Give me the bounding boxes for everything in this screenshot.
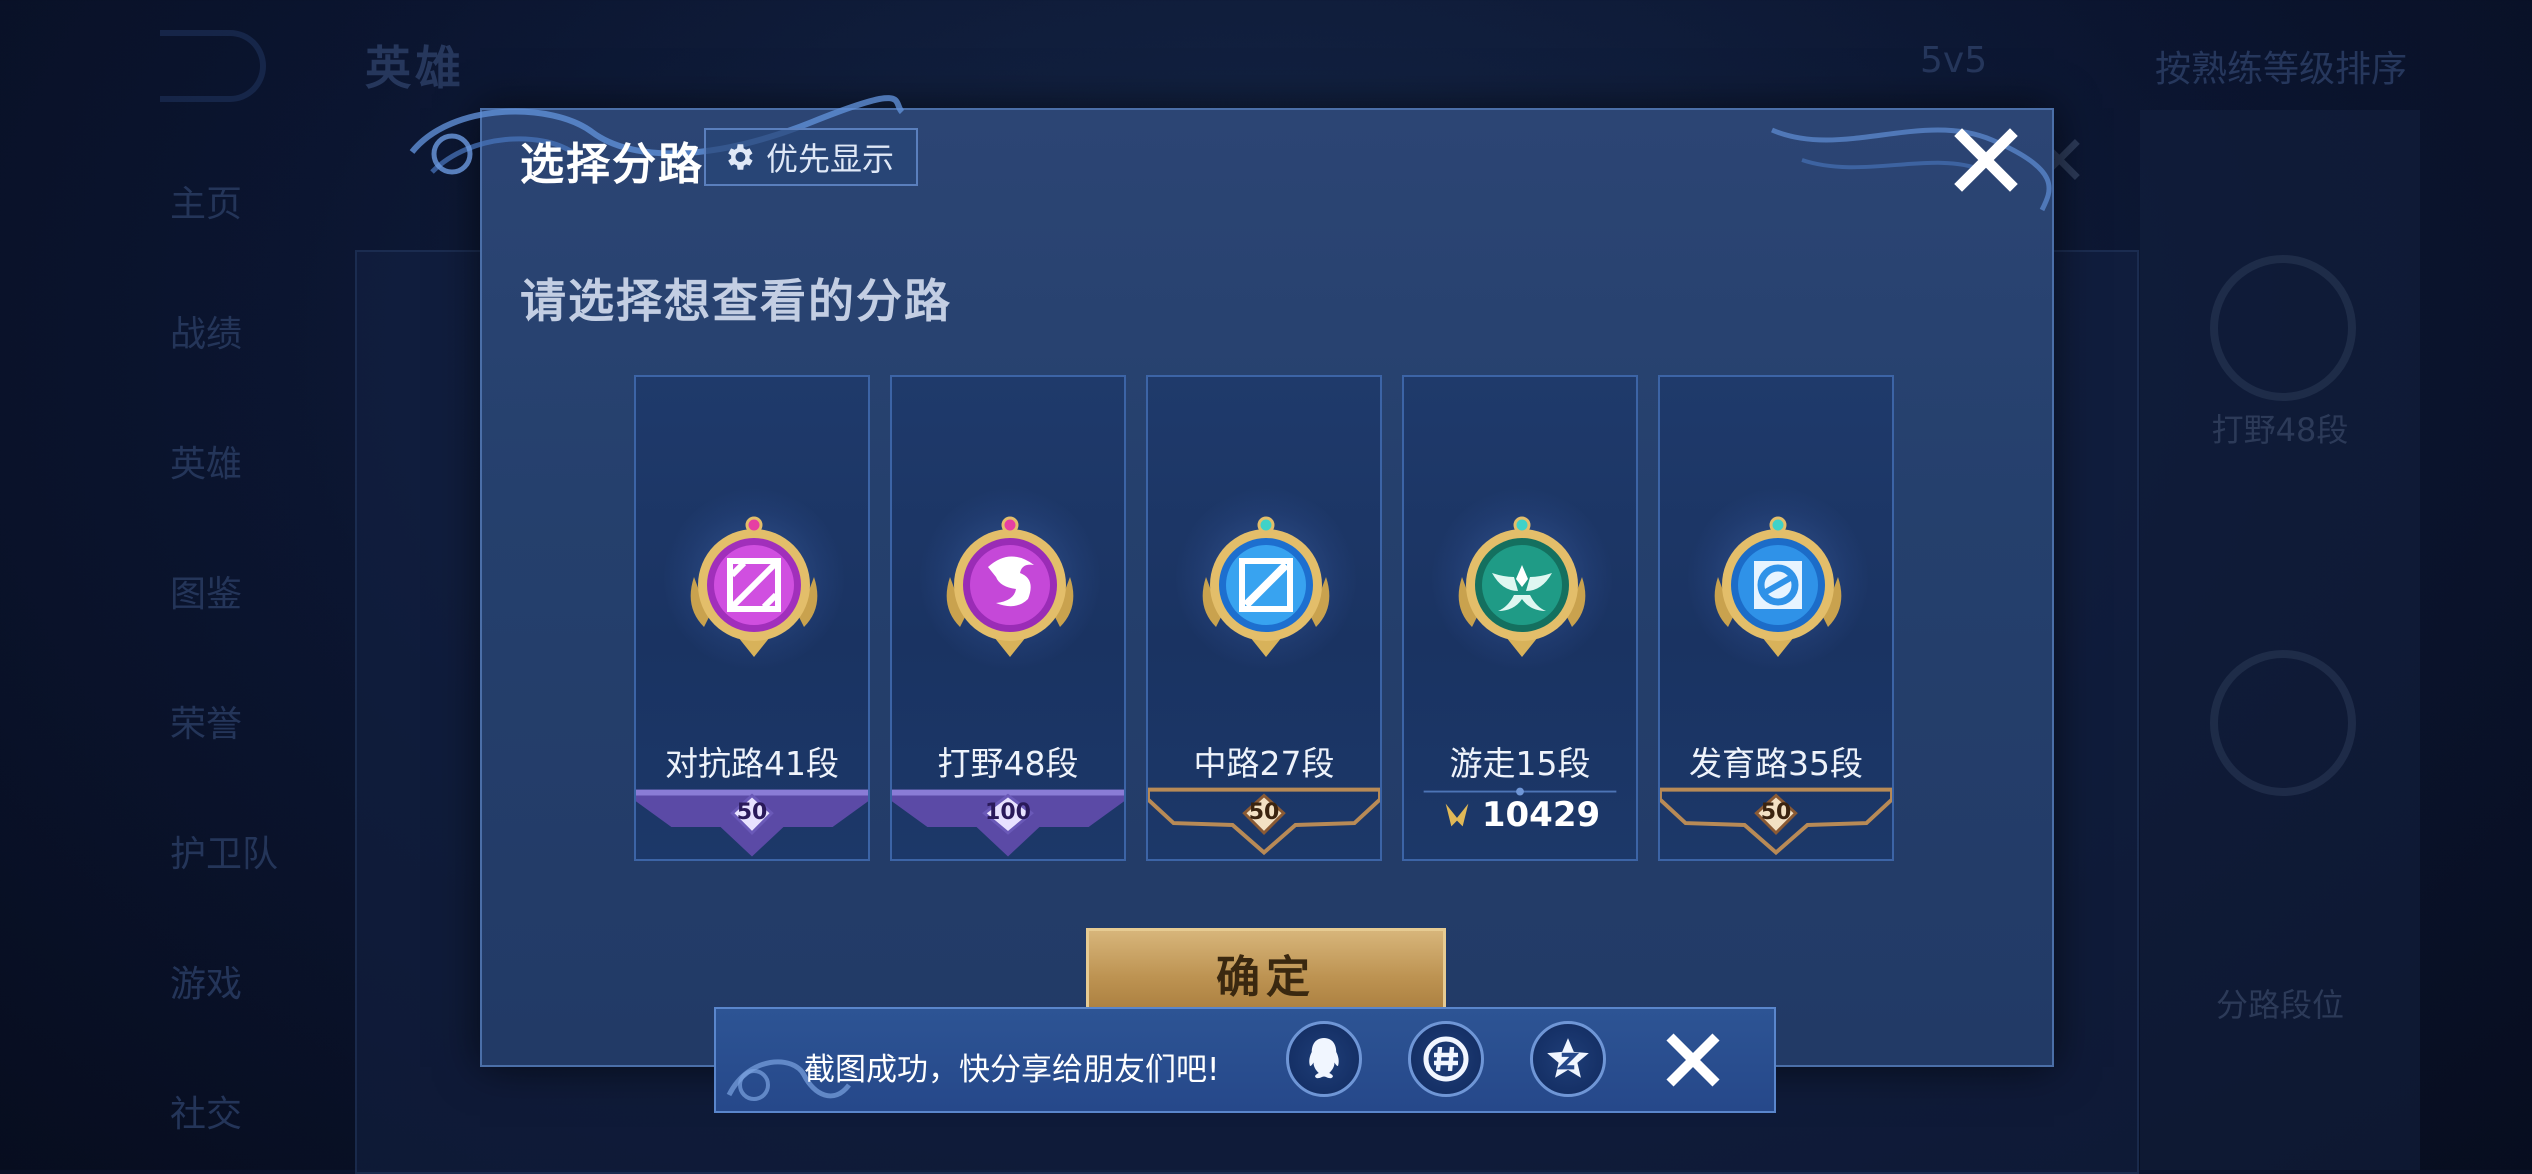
lane-rank-label: 对抗路41段 (665, 744, 839, 783)
share-qq-button[interactable] (1286, 1021, 1362, 1097)
rank-badge-value: 50 (736, 800, 768, 825)
confirm-button[interactable]: 确定 (1086, 928, 1446, 1018)
rank-points: 10429 (1404, 795, 1636, 835)
rank-badge-value: 100 (985, 800, 1031, 825)
background-nav-item: 英雄 (170, 444, 243, 485)
background-nav-item: 社交 (170, 1094, 243, 1135)
lane-card-mid[interactable]: 中路27段 50 (1146, 375, 1382, 861)
dialog-title: 选择分路 (520, 139, 704, 190)
background-emblem-icon (2210, 255, 2356, 401)
background-emblem-icon (2210, 650, 2356, 796)
lane-card-clash[interactable]: 对抗路41段 50 (634, 375, 870, 861)
clash-lane-icon (690, 516, 818, 657)
lane-card-list: 对抗路41段 50 打野48段 100 中路27段 50 游走15段 10429… (634, 375, 1894, 865)
rank-points-value: 10429 (1481, 795, 1601, 835)
background-nav-item: 游戏 (170, 964, 243, 1005)
wechat-moments-icon (1423, 1036, 1469, 1082)
star-points-icon (1445, 803, 1469, 827)
lane-card-farm[interactable]: 发育路35段 50 (1658, 375, 1894, 861)
close-toast-icon[interactable] (1660, 1027, 1726, 1093)
lane-card-jungle[interactable]: 打野48段 100 (890, 375, 1126, 861)
lane-rank-label: 发育路35段 (1689, 744, 1863, 783)
close-icon[interactable] (1952, 126, 2020, 194)
lane-rank-label: 打野48段 (937, 744, 1079, 783)
rank-badge-value: 50 (1760, 800, 1792, 825)
background-nav-item: 荣誉 (170, 704, 243, 745)
screenshot-share-toast: 截图成功，快分享给朋友们吧! (714, 1007, 1776, 1113)
rank-badge-value: 50 (1248, 800, 1280, 825)
gear-icon (728, 144, 753, 170)
background-title: 英雄 (365, 41, 465, 95)
background-sort-select: 按熟练等级排序 (2155, 49, 2408, 90)
lane-rank-label: 中路27段 (1193, 744, 1335, 783)
mid-lane-icon (1202, 516, 1330, 657)
background-lane-label: 分路段位 (2215, 986, 2344, 1024)
back-logo-icon (160, 30, 266, 102)
qq-icon (1309, 1038, 1339, 1079)
dialog-subtitle: 请选择想查看的分路 (520, 274, 952, 328)
background-top-bar: 英雄 5v5 按熟练等级排序 (0, 0, 2532, 120)
share-qzone-button[interactable] (1530, 1021, 1606, 1097)
priority-display-label: 优先显示 (766, 140, 895, 178)
background-nav-item: 图鉴 (170, 574, 243, 615)
share-moments-button[interactable] (1408, 1021, 1484, 1097)
qzone-icon (1547, 1038, 1589, 1078)
select-lane-dialog: 选择分路 优先显示 请选择想查看的分路 对抗路41段 50 打野48段 100 … (409, 95, 2054, 1067)
roam-wings-icon (1458, 516, 1586, 657)
background-nav-item: 主页 (170, 184, 243, 225)
farm-lane-icon (1714, 516, 1842, 657)
lane-card-roam[interactable]: 游走15段 10429 (1402, 375, 1638, 861)
background-mode-select: 5v5 (1920, 40, 1988, 81)
background-nav-item: 护卫队 (170, 834, 279, 875)
background-emblem-label: 打野48段 (2211, 411, 2349, 449)
dragon-jungle-icon (946, 516, 1074, 657)
priority-display-button[interactable]: 优先显示 (704, 128, 919, 186)
lane-rank-label: 游走15段 (1449, 744, 1591, 783)
toast-message: 截图成功，快分享给朋友们吧! (804, 1052, 1220, 1088)
background-nav-item: 战绩 (170, 314, 243, 355)
